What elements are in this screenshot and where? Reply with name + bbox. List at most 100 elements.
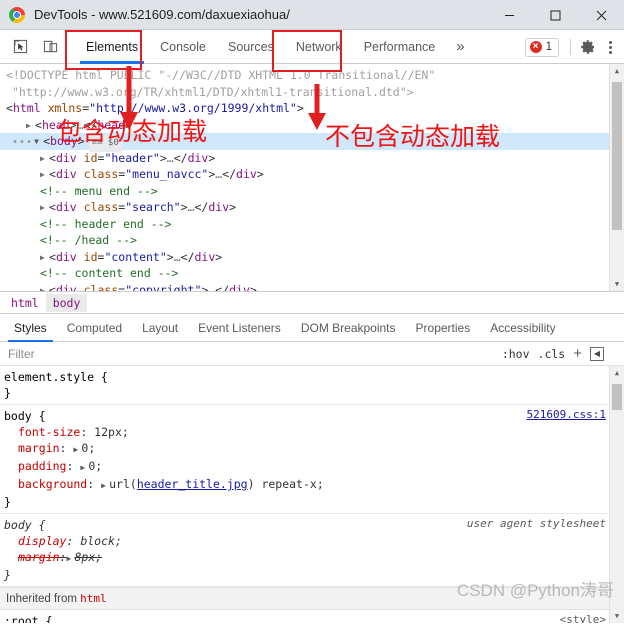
scrollbar-thumb[interactable]	[612, 82, 622, 230]
tab-elements[interactable]: Elements	[75, 30, 149, 64]
dom-line-comment-header-end[interactable]: <!-- header end -->	[0, 216, 624, 233]
kebab-menu-icon[interactable]	[600, 35, 620, 59]
more-tabs-button[interactable]: »	[448, 38, 472, 55]
dom-vertical-scrollbar[interactable]: ▲ ▼	[609, 64, 624, 291]
decl-margin-ua-prop[interactable]: margin	[18, 550, 60, 564]
expand-arrow-header-icon[interactable]: ▶	[40, 151, 49, 168]
window-controls	[486, 0, 624, 30]
expand-arrow-background-icon[interactable]: ▶	[101, 478, 109, 494]
tag-div-header: div	[56, 151, 77, 165]
error-badge[interactable]: × 1	[525, 38, 559, 57]
scroll-down-arrow-icon[interactable]: ▼	[610, 277, 624, 291]
decl-margin[interactable]: margin: ▶0;	[2, 440, 624, 458]
dom-line-div-header[interactable]: ▶<div id="header">…</div>	[0, 150, 624, 167]
tab-network[interactable]: Network	[285, 30, 353, 64]
breadcrumb-item-html[interactable]: html	[4, 294, 46, 312]
new-style-rule-button[interactable]: +	[573, 346, 582, 361]
tab-sources[interactable]: Sources	[217, 30, 285, 64]
decl-margin-prop[interactable]: margin	[18, 441, 60, 455]
dom-line-body-selected[interactable]: •••▼<body>== $0	[0, 133, 624, 150]
decl-margin-ua[interactable]: margin:▶8px;	[2, 549, 624, 567]
dom-tree-pane[interactable]: <!DOCTYPE html PUBLIC "-//W3C//DTD XHTML…	[0, 64, 624, 292]
tab-styles[interactable]: Styles	[4, 314, 57, 342]
dom-tree: <!DOCTYPE html PUBLIC "-//W3C//DTD XHTML…	[0, 64, 624, 292]
expand-arrow-content-icon[interactable]: ▶	[40, 250, 49, 267]
decl-display[interactable]: display: block;	[2, 533, 624, 549]
styles-pane[interactable]: element.style { } 521609.css:1 body { fo…	[0, 366, 624, 623]
dom-line-comment-menu-end[interactable]: <!-- menu end -->	[0, 183, 624, 200]
attr-class-copyright: class	[84, 283, 119, 293]
decl-font-size-value[interactable]: 12px;	[94, 425, 129, 439]
dom-line-head[interactable]: ▶<head>…</head>	[0, 117, 624, 134]
minimize-button[interactable]	[486, 0, 532, 30]
dom-line-comment-head-close[interactable]: <!-- /head -->	[0, 232, 624, 249]
decl-padding[interactable]: padding: ▶0;	[2, 458, 624, 476]
gear-icon[interactable]	[576, 35, 600, 59]
attr-xmlns-value: "http://www.w3.org/1999/xhtml"	[89, 101, 297, 115]
close-button[interactable]	[578, 0, 624, 30]
dom-line-comment-content-end[interactable]: <!-- content end -->	[0, 265, 624, 282]
dom-line-div-menunavcc[interactable]: ▶<div class="menu_navcc">…</div>	[0, 166, 624, 183]
decl-display-value[interactable]: block;	[80, 534, 122, 548]
tab-properties[interactable]: Properties	[406, 314, 481, 342]
styles-scrollbar-thumb[interactable]	[612, 384, 622, 410]
collapse-arrow-body-icon[interactable]: ▼	[34, 134, 43, 151]
tab-dom-breakpoints[interactable]: DOM Breakpoints	[291, 314, 406, 342]
dom-line-div-copyright[interactable]: ▶<div class="copyright">…</div>	[0, 282, 624, 293]
comment-head-close: <!-- /head -->	[40, 233, 137, 247]
dom-line-doctype-cont[interactable]: "http://www.w3.org/TR/xhtml1/DTD/xhtml1-…	[0, 84, 624, 101]
decl-background[interactable]: background: ▶url(header_title.jpg) repea…	[2, 476, 624, 494]
expand-arrow-copyright-icon[interactable]: ▶	[40, 283, 49, 293]
maximize-button[interactable]	[532, 0, 578, 30]
tab-performance[interactable]: Performance	[353, 30, 447, 64]
dom-line-doctype[interactable]: <!DOCTYPE html PUBLIC "-//W3C//DTD XHTML…	[0, 67, 624, 84]
tag-div-search: div	[56, 200, 77, 214]
decl-margin-value[interactable]: 0;	[81, 441, 95, 455]
styles-scroll-down-arrow-icon[interactable]: ▼	[610, 609, 624, 623]
tab-console[interactable]: Console	[149, 30, 217, 64]
decl-background-prop[interactable]: background	[18, 477, 87, 491]
dom-line-html[interactable]: <html xmlns="http://www.w3.org/1999/xhtm…	[0, 100, 624, 117]
decl-padding-prop[interactable]: padding	[18, 459, 66, 473]
tag-div-menunavcc: div	[56, 167, 77, 181]
styles-vertical-scrollbar[interactable]: ▲ ▼	[609, 366, 624, 623]
search-input[interactable]	[0, 343, 502, 365]
styles-scroll-up-arrow-icon[interactable]: ▲	[610, 366, 624, 380]
decl-font-size[interactable]: font-size: 12px;	[2, 424, 624, 440]
tab-layout[interactable]: Layout	[132, 314, 188, 342]
tab-event-listeners[interactable]: Event Listeners	[188, 314, 291, 342]
decl-padding-value[interactable]: 0;	[88, 459, 102, 473]
decl-margin-ua-value[interactable]: 8px;	[74, 550, 102, 564]
decl-display-prop[interactable]: display	[18, 534, 66, 548]
dom-line-div-search[interactable]: ▶<div class="search">…</div>	[0, 199, 624, 216]
inspect-element-icon[interactable]	[7, 34, 33, 60]
breadcrumb: html body	[0, 292, 624, 314]
expand-arrow-head-icon[interactable]: ▶	[26, 118, 35, 135]
expand-arrow-menunavcc-icon[interactable]: ▶	[40, 167, 49, 184]
attr-class-value-menunavcc: "menu_navcc"	[125, 167, 208, 181]
tab-accessibility[interactable]: Accessibility	[480, 314, 565, 342]
expand-arrow-search-icon[interactable]: ▶	[40, 200, 49, 217]
style-rule-body-author[interactable]: 521609.css:1 body { font-size: 12px; mar…	[0, 405, 624, 514]
class-toggle-button[interactable]: .cls	[538, 347, 566, 361]
dom-line-div-content[interactable]: ▶<div id="content">…</div>	[0, 249, 624, 266]
style-rule-body-ua[interactable]: user agent stylesheet body { display: bl…	[0, 514, 624, 587]
hover-state-button[interactable]: :hov	[502, 347, 530, 361]
background-image-link[interactable]: header_title.jpg	[137, 477, 248, 491]
decl-font-size-prop[interactable]: font-size	[18, 425, 80, 439]
attr-id-value-content: "content"	[104, 250, 166, 264]
inherited-source-element[interactable]: html	[80, 592, 107, 605]
tab-computed[interactable]: Computed	[57, 314, 132, 342]
error-count: 1	[546, 41, 552, 53]
tag-html: html	[13, 101, 41, 115]
style-source-link[interactable]: 521609.css:1	[527, 408, 606, 421]
filter-tools: :hov .cls + ◀	[502, 346, 624, 361]
panel-toggle-icon[interactable]: ◀	[590, 347, 604, 361]
tag-div-copyright: div	[56, 283, 77, 293]
style-rule-root[interactable]: <style> :root { --color-input-bg: #f4f5f…	[0, 610, 624, 623]
style-rule-element-style[interactable]: element.style { }	[0, 366, 624, 405]
breadcrumb-item-body[interactable]: body	[46, 294, 88, 312]
device-toolbar-icon[interactable]	[37, 34, 63, 60]
scroll-up-arrow-icon[interactable]: ▲	[610, 64, 624, 78]
rule-selector-root: :root {	[2, 613, 624, 623]
